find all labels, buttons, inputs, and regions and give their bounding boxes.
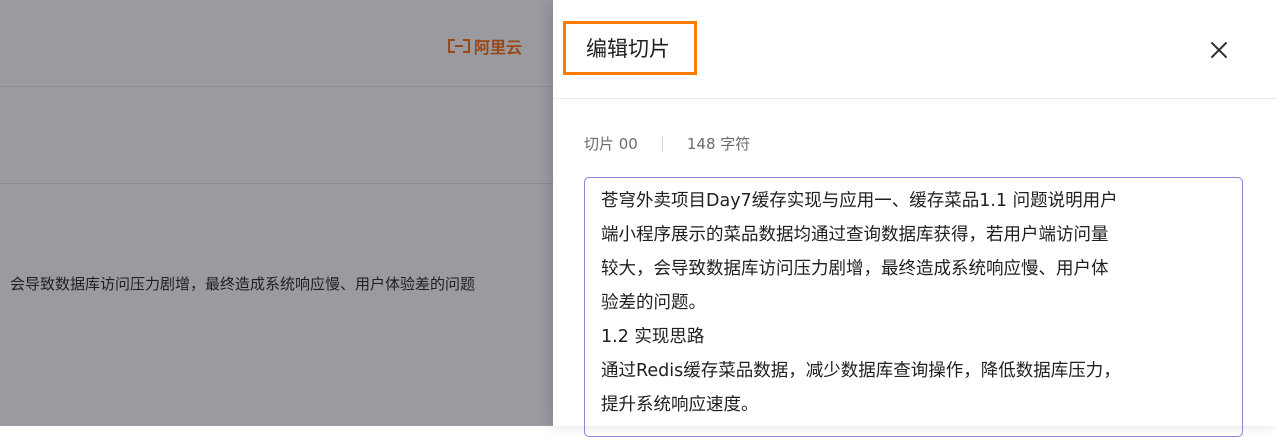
title-highlight-box: 编辑切片 [563,21,697,75]
content-line: 苍穹外卖项目Day7缓存实现与应用一、缓存菜品1.1 问题说明用户 [601,191,1118,211]
slice-content-editor[interactable]: 苍穹外卖项目Day7缓存实现与应用一、缓存菜品1.1 问题说明用户 端小程序展示… [584,177,1243,437]
content-line: 1.2 实现思路 [601,327,705,347]
content-line: 较大，会导致数据库访问压力剧增，最终造成系统响应慢、用户体 [601,259,1109,279]
char-count: 148 字符 [686,135,751,153]
drawer-title: 编辑切片 [586,37,670,61]
content-line: 通过Redis缓存菜品数据，减少数据库查询操作，降低数据库压力， [601,361,1121,381]
close-button[interactable] [1204,35,1234,65]
slice-meta: 切片 00 148 字符 [584,133,750,154]
content-line: 端小程序展示的菜品数据均通过查询数据库获得，若用户端访问量 [601,225,1109,245]
modal-overlay[interactable] [0,0,553,426]
content-line: 提升系统响应速度。 [601,395,759,415]
close-icon [1211,42,1227,58]
slice-label: 切片 00 [584,135,638,153]
meta-separator [661,135,663,152]
edit-slice-drawer: 编辑切片 切片 00 148 字符 苍穹外卖项目Day7缓存实现与应用一、缓存菜… [553,0,1277,437]
drawer-header: 编辑切片 [553,0,1277,99]
content-line: 验差的问题。 [601,293,706,313]
